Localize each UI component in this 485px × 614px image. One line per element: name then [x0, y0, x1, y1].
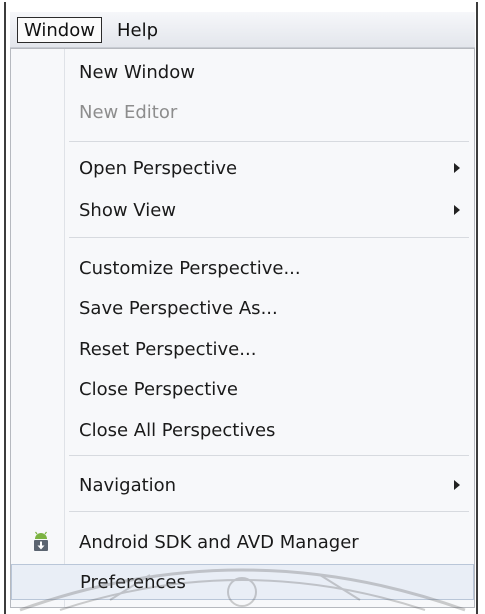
- menu-item-show-view[interactable]: Show View: [11, 192, 474, 228]
- menu-separator: [69, 141, 469, 142]
- menu-item-label: Close Perspective: [79, 378, 239, 400]
- menu-item-label: Save Perspective As...: [79, 297, 278, 319]
- menu-item-label: Show View: [79, 199, 177, 221]
- menu-item-close-all-perspectives[interactable]: Close All Perspectives: [11, 412, 474, 448]
- menu-item-label: Reset Perspective...: [79, 338, 257, 360]
- menu-item-customize-perspective[interactable]: Customize Perspective...: [11, 250, 474, 286]
- screenshot-frame: Window Help New Window New Editor Open P…: [0, 0, 485, 614]
- menu-item-navigation[interactable]: Navigation: [11, 467, 474, 503]
- menu-item-label: Open Perspective: [79, 157, 238, 179]
- menu-separator: [69, 511, 469, 512]
- menu-item-label: Android SDK and AVD Manager: [79, 531, 359, 553]
- menu-item-save-perspective-as[interactable]: Save Perspective As...: [11, 290, 474, 326]
- menu-separator: [69, 237, 469, 238]
- submenu-arrow-icon: [454, 163, 460, 173]
- submenu-arrow-icon: [454, 480, 460, 490]
- menu-item-label: New Window: [79, 61, 195, 83]
- window-menu-dropdown: New Window New Editor Open Perspective S…: [10, 48, 475, 608]
- menubar-window[interactable]: Window: [17, 16, 102, 43]
- menu-item-android-sdk-avd-manager[interactable]: Android SDK and AVD Manager: [11, 524, 474, 560]
- submenu-arrow-icon: [454, 205, 460, 215]
- menu-item-new-editor[interactable]: New Editor: [11, 94, 474, 130]
- menu-item-reset-perspective[interactable]: Reset Perspective...: [11, 331, 474, 367]
- menu-item-new-window[interactable]: New Window: [11, 54, 474, 90]
- menu-item-open-perspective[interactable]: Open Perspective: [11, 150, 474, 186]
- menubar-help[interactable]: Help: [110, 17, 165, 43]
- menu-item-preferences[interactable]: Preferences: [11, 564, 474, 600]
- menu-item-label: New Editor: [79, 101, 178, 123]
- menu-item-close-perspective[interactable]: Close Perspective: [11, 371, 474, 407]
- menu-item-label: Navigation: [79, 474, 177, 496]
- menu-separator: [69, 455, 469, 456]
- android-sdk-icon: [31, 531, 51, 553]
- menu-item-label: Close All Perspectives: [79, 419, 276, 441]
- menu-item-label: Preferences: [80, 571, 186, 593]
- menu-item-label: Customize Perspective...: [79, 257, 301, 279]
- menubar: Window Help: [10, 12, 475, 48]
